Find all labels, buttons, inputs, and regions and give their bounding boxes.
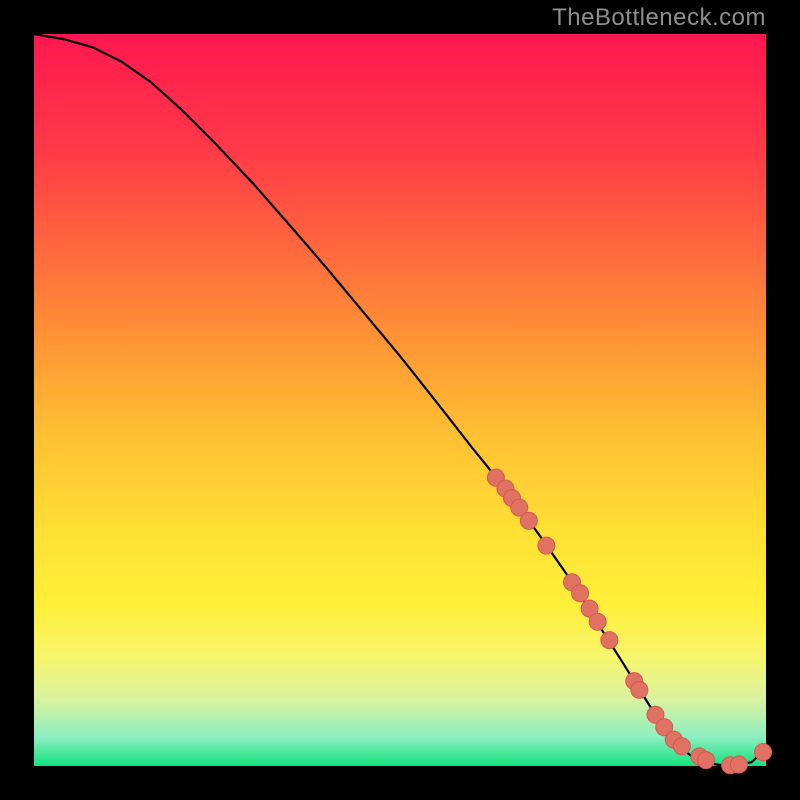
chart-overlay bbox=[34, 34, 766, 766]
watermark-text: TheBottleneck.com bbox=[552, 4, 766, 32]
data-marker bbox=[520, 512, 537, 529]
marker-group bbox=[487, 469, 771, 774]
data-marker bbox=[673, 738, 690, 755]
data-marker bbox=[697, 752, 714, 769]
bottleneck-curve bbox=[34, 34, 766, 765]
data-marker bbox=[589, 613, 606, 630]
plot-area bbox=[34, 34, 766, 766]
data-marker bbox=[631, 681, 648, 698]
data-marker bbox=[755, 744, 772, 761]
data-marker bbox=[538, 537, 555, 554]
data-marker bbox=[730, 756, 747, 773]
data-marker bbox=[601, 632, 618, 649]
data-marker bbox=[572, 585, 589, 602]
chart-stage: TheBottleneck.com bbox=[0, 0, 800, 800]
